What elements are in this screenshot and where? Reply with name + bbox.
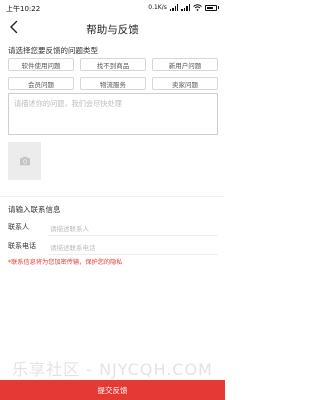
contact-phone-row: 联系电话 请描述联系电话	[8, 237, 218, 255]
feedback-type-options: 软件使用问题 找不到商品 新用户问题 会员问题 物流服务 卖家问题	[8, 58, 218, 90]
signal-icon	[169, 4, 179, 11]
battery-icon	[205, 4, 219, 11]
status-bar: 上午10:22 0.1K/s	[0, 0, 225, 16]
page-title: 帮助与反馈	[86, 24, 139, 36]
signal-icon-2	[181, 4, 190, 11]
section-divider	[0, 196, 225, 197]
contact-name-input[interactable]: 请描述联系人	[48, 218, 218, 236]
type-option-product-not-found[interactable]: 找不到商品	[80, 58, 146, 71]
status-time: 上午10:22	[6, 5, 41, 13]
feedback-description-input[interactable]: 请描述你的问题，我们会尽快处理	[8, 93, 218, 135]
type-option-software[interactable]: 软件使用问题	[8, 58, 74, 71]
privacy-notice: *联系信息将为您加密传输，保护您的隐私	[8, 259, 123, 266]
upload-image-button[interactable]	[8, 142, 41, 180]
type-option-new-user[interactable]: 新用户问题	[152, 58, 218, 71]
feedback-type-heading: 请选择您要反馈的问题类型	[8, 46, 98, 55]
wifi-icon	[193, 4, 202, 11]
nav-bar: 帮助与反馈	[0, 16, 225, 42]
contact-name-label: 联系人	[8, 223, 29, 231]
type-option-seller[interactable]: 卖家问题	[152, 77, 218, 90]
type-option-logistics[interactable]: 物流服务	[80, 77, 146, 90]
submit-feedback-button[interactable]: 提交反馈	[0, 380, 225, 400]
type-option-membership[interactable]: 会员问题	[8, 77, 74, 90]
contact-phone-input[interactable]: 请描述联系电话	[48, 237, 218, 255]
contact-phone-label: 联系电话	[8, 242, 36, 250]
camera-icon	[19, 156, 30, 166]
contact-heading: 请输入联系信息	[8, 205, 61, 214]
watermark: 乐享社区 - NJYCQH.COM	[12, 360, 213, 379]
network-speed: 0.1K/s	[148, 4, 167, 11]
contact-name-row: 联系人 请描述联系人	[8, 218, 218, 236]
status-indicators: 0.1K/s	[148, 4, 219, 11]
